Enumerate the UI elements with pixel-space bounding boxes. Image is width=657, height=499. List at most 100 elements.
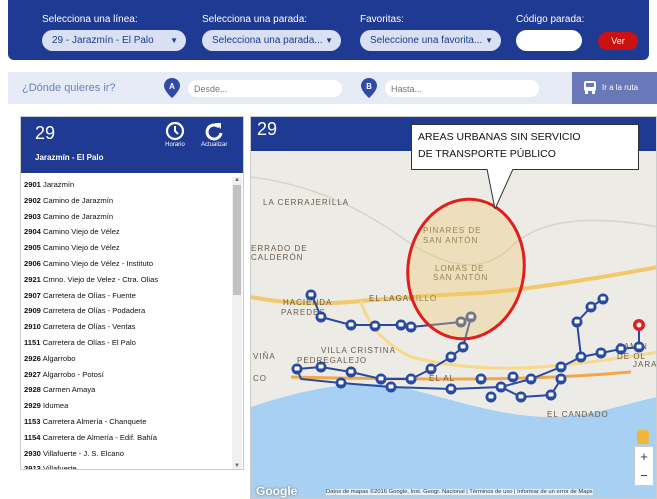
stop-list-item[interactable]: 1151 Carretera de Olías - El Palo bbox=[21, 335, 231, 351]
map-attribution: Datos de mapas ©2016 Google, Inst. Geogr… bbox=[326, 489, 593, 495]
stop-code: 2928 bbox=[24, 385, 41, 395]
stop-name: Villafuerte bbox=[43, 464, 77, 469]
stop-list-item[interactable]: 2921 Cmno. Viejo de Velez - Ctra. Olias bbox=[21, 272, 231, 288]
stop-select[interactable]: Selecciona una parada... ▼ bbox=[202, 30, 341, 51]
bus-stop-icon[interactable] bbox=[445, 351, 457, 363]
bus-stop-icon[interactable] bbox=[315, 311, 327, 323]
place-jarazmin: JARAZ bbox=[633, 360, 657, 369]
scroll-down-icon[interactable]: ▼ bbox=[234, 463, 240, 469]
go-route-button[interactable]: Ir a la ruta bbox=[572, 72, 657, 104]
bus-stop-icon[interactable] bbox=[595, 347, 607, 359]
bus-stop-icon[interactable] bbox=[369, 320, 381, 332]
stop-name: Villafuerte - J. S. Elcano bbox=[43, 448, 124, 458]
favorites-select[interactable]: Seleccione una favorita... ▼ bbox=[360, 30, 501, 51]
stop-list-item[interactable]: 2903 Camino de Jarazmín bbox=[21, 209, 231, 225]
from-input[interactable] bbox=[188, 80, 342, 97]
bus-stop-icon[interactable] bbox=[385, 381, 397, 393]
bus-stop-icon[interactable] bbox=[425, 363, 437, 375]
to-input[interactable] bbox=[385, 80, 539, 97]
stop-list-item[interactable]: 2927 Algarrobo - Potosí bbox=[21, 367, 231, 383]
line-select[interactable]: 29 - Jarazmín - El Palo ▼ bbox=[42, 30, 186, 51]
stop-list-item[interactable]: 1154 Carretera de Almería - Edif. Bahía bbox=[21, 430, 231, 446]
annotation-callout: AREAS URBANAS SIN SERVICIO DE TRANSPORTE… bbox=[411, 124, 639, 170]
stop-name: Carmen Amaya bbox=[43, 385, 96, 395]
stop-list-item[interactable]: 2910 Carretera de Olías - Ventas bbox=[21, 319, 231, 335]
bus-stop-icon[interactable] bbox=[305, 289, 317, 301]
stop-name: Carretera de Olías - Ventas bbox=[43, 322, 136, 332]
ver-button[interactable]: Ver bbox=[598, 32, 638, 50]
bus-stop-icon[interactable] bbox=[633, 341, 645, 353]
bus-stop-icon[interactable] bbox=[485, 391, 497, 403]
stop-list-item[interactable]: 2913 Villafuerte bbox=[21, 461, 231, 469]
bus-stop-icon[interactable] bbox=[585, 301, 597, 313]
bus-stop-icon[interactable] bbox=[525, 373, 537, 385]
stop-code: 1151 bbox=[24, 337, 41, 347]
stop-list-item[interactable]: 1153 Carretera Almería - Chanquete bbox=[21, 414, 231, 430]
schedule-button[interactable]: Horario bbox=[165, 121, 185, 148]
stop-name: Carretera de Olías - Podadera bbox=[43, 306, 146, 316]
map[interactable]: LA CERRAJERILLA PINARES DE SAN ANTÓN LOM… bbox=[250, 116, 657, 499]
zoom-in-button[interactable]: + bbox=[635, 447, 653, 466]
stop-list-item[interactable]: 2909 Carretera de Olías - Podadera bbox=[21, 303, 231, 319]
place-pedregalejo: PEDREGALEJO bbox=[297, 356, 367, 365]
stop-code-input[interactable] bbox=[516, 30, 582, 51]
stop-code: 2929 bbox=[24, 401, 41, 411]
scrollbar-thumb[interactable] bbox=[233, 185, 241, 295]
map-canvas[interactable]: LA CERRAJERILLA PINARES DE SAN ANTÓN LOM… bbox=[251, 117, 657, 499]
bus-stop-icon[interactable] bbox=[555, 373, 567, 385]
stop-list[interactable]: 2901 Jarazmín 2902 Camino de Jarazmín 2903… bbox=[21, 177, 231, 469]
stop-list-item[interactable]: 2901 Jarazmín bbox=[21, 177, 231, 193]
favorites-select-value: Seleccione una favorita... bbox=[370, 35, 483, 46]
stop-name: Carretera de Olías - Fuente bbox=[43, 290, 136, 300]
stop-list-item[interactable]: 2929 Idumea bbox=[21, 398, 231, 414]
refresh-button[interactable]: Actualizar bbox=[201, 121, 227, 148]
stop-code: 2930 bbox=[24, 448, 41, 458]
stop-code: 2907 bbox=[24, 290, 41, 300]
stop-name: Carretera de Almería - Edif. Bahía bbox=[42, 432, 157, 442]
street-view-icon[interactable] bbox=[637, 430, 649, 444]
line-name: Jarazmín - El Palo bbox=[35, 153, 104, 162]
bus-stop-icon[interactable] bbox=[515, 391, 527, 403]
stop-name: Algarrobo - Potosí bbox=[42, 369, 104, 379]
bus-stop-icon[interactable] bbox=[315, 361, 327, 373]
stop-code-label: Código parada: bbox=[516, 14, 585, 25]
bus-stop-icon[interactable] bbox=[445, 383, 457, 395]
stop-list-item[interactable]: 2926 Algarrobo bbox=[21, 351, 231, 367]
stop-code: 2926 bbox=[24, 353, 41, 363]
bus-stop-icon[interactable] bbox=[597, 293, 609, 305]
bus-stop-icon[interactable] bbox=[395, 319, 407, 331]
bus-stop-icon[interactable] bbox=[375, 373, 387, 385]
bus-stop-icon[interactable] bbox=[335, 377, 347, 389]
zoom-out-button[interactable]: − bbox=[635, 466, 653, 485]
bus-stop-icon[interactable] bbox=[405, 321, 417, 333]
bus-stop-icon[interactable] bbox=[545, 389, 557, 401]
bus-stop-icon[interactable] bbox=[345, 319, 357, 331]
bus-stop-icon[interactable] bbox=[345, 366, 357, 378]
stop-list-item[interactable]: 2906 Camino Viejo de Vélez - Instituto bbox=[21, 256, 231, 272]
stop-select-label: Selecciona una parada: bbox=[202, 14, 308, 25]
callout-line-2: DE TRANSPORTE PÚBLICO bbox=[418, 148, 556, 160]
bus-stop-icon[interactable] bbox=[475, 373, 487, 385]
google-logo: Google bbox=[256, 484, 298, 498]
stop-list-item[interactable]: 2902 Camino de Jarazmín bbox=[21, 193, 231, 209]
bus-stop-icon[interactable] bbox=[405, 373, 417, 385]
bus-stop-icon[interactable] bbox=[457, 341, 469, 353]
scroll-up-icon[interactable]: ▲ bbox=[234, 177, 240, 183]
callout-pointer bbox=[486, 169, 514, 209]
stop-list-item[interactable]: 2905 Camino Viejo de Vélez bbox=[21, 240, 231, 256]
stop-list-item[interactable]: 2904 Camino Viejo de Vélez bbox=[21, 224, 231, 240]
bus-stop-icon[interactable] bbox=[495, 381, 507, 393]
bus-stop-icon[interactable] bbox=[571, 316, 583, 328]
bus-stop-icon[interactable] bbox=[575, 351, 587, 363]
red-stop-icon[interactable] bbox=[633, 319, 645, 331]
stop-list-item[interactable]: 2930 Villafuerte - J. S. Elcano bbox=[21, 446, 231, 462]
bus-stop-icon[interactable] bbox=[291, 363, 303, 375]
line-select-value: 29 - Jarazmín - El Palo bbox=[52, 35, 154, 46]
bus-stop-icon[interactable] bbox=[555, 361, 567, 373]
bus-stop-icon[interactable] bbox=[615, 343, 627, 355]
bus-stop-icon[interactable] bbox=[507, 371, 519, 383]
stop-list-item[interactable]: 2928 Carmen Amaya bbox=[21, 382, 231, 398]
stop-list-item[interactable]: 2907 Carretera de Olías - Fuente bbox=[21, 288, 231, 304]
stop-list-scrollbar[interactable]: ▲ ▼ bbox=[232, 177, 242, 469]
line-select-label: Selecciona una línea: bbox=[42, 14, 138, 25]
